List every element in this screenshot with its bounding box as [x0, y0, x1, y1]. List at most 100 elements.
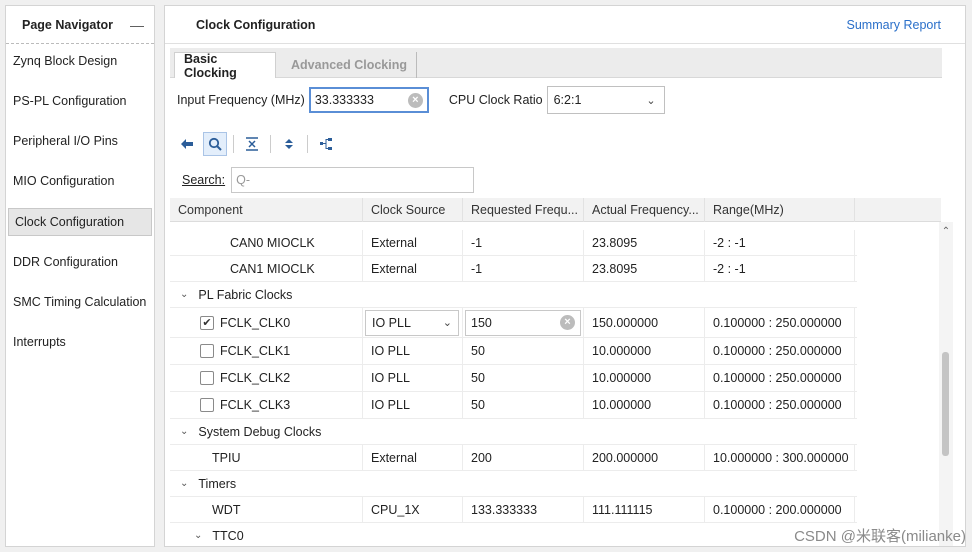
cell-range: 10.000000 : 300.000000 [705, 445, 855, 470]
column-header-actual-frequency[interactable]: Actual Frequency... [584, 198, 705, 222]
cell-requested: -1 [463, 230, 584, 255]
cell-component: FCLK_CLK2 [170, 365, 363, 391]
cell-requested: 150 × [463, 308, 584, 337]
search-icon[interactable] [203, 132, 227, 156]
component-label: FCLK_CLK2 [220, 371, 291, 385]
group-row-ttc0[interactable]: ⌄ TTC0 [170, 523, 857, 546]
cell-requested[interactable]: 50 [463, 338, 584, 364]
cpu-clock-ratio-label: CPU Clock Ratio [448, 93, 543, 107]
cell-actual: 23.8095 [584, 256, 705, 281]
cell-clock-source[interactable]: IO PLL [363, 338, 463, 364]
fclk1-checkbox[interactable] [200, 344, 214, 358]
cell-component: FCLK_CLK1 [170, 338, 363, 364]
vertical-scrollbar[interactable]: ⌃ [939, 222, 953, 546]
cell-requested[interactable]: 50 [463, 365, 584, 391]
frequency-row: Input Frequency (MHz) 33.333333 × CPU Cl… [177, 85, 665, 115]
collapse-all-icon[interactable] [240, 132, 264, 156]
tab-bar: Basic Clocking Advanced Clocking [170, 48, 942, 80]
expand-all-icon[interactable] [277, 132, 301, 156]
summary-report-link[interactable]: Summary Report [847, 18, 941, 32]
fclk3-checkbox[interactable] [200, 398, 214, 412]
search-placeholder: Q- [236, 173, 250, 187]
table-row[interactable]: CAN1 MIOCLK External -1 23.8095 -2 : -1 [170, 256, 857, 282]
tab-basic-clocking[interactable]: Basic Clocking [174, 52, 276, 80]
cell-clock-source[interactable]: IO PLL [363, 392, 463, 418]
cell-clock-source: External [363, 230, 463, 255]
cell-range: 0.100000 : 250.000000 [705, 338, 855, 364]
clock-source-select[interactable]: IO PLL ⌄ [365, 309, 459, 336]
cell-requested[interactable]: 133.333333 [463, 497, 584, 522]
requested-frequency-value: 150 [471, 315, 492, 330]
nav-item-zynq-block-design[interactable]: Zynq Block Design [6, 47, 152, 75]
fclk2-checkbox[interactable] [200, 371, 214, 385]
chevron-down-icon[interactable]: ⌄ [180, 478, 188, 489]
group-row-pl-fabric-clocks[interactable]: ⌄ PL Fabric Clocks [170, 282, 857, 308]
hierarchy-icon[interactable] [314, 132, 338, 156]
chevron-down-icon[interactable]: ⌄ [180, 426, 188, 437]
clock-configuration-panel: Clock Configuration Summary Report Basic… [164, 5, 966, 547]
requested-frequency-input[interactable]: 150 × [465, 309, 581, 336]
component-label: FCLK_CLK1 [220, 344, 291, 358]
table-row[interactable]: ✔ FCLK_CLK0 IO PLL ⌄ 150 × 150.000000 0.… [170, 308, 857, 338]
toolbar-divider [270, 135, 271, 153]
panel-header: Clock Configuration Summary Report [165, 6, 965, 44]
cell-range: 0.100000 : 250.000000 [705, 308, 855, 337]
table-row[interactable]: WDT CPU_1X 133.333333 111.111115 0.10000… [170, 497, 857, 523]
back-arrow-icon[interactable] [175, 132, 199, 156]
nav-item-mio-configuration[interactable]: MIO Configuration [6, 167, 152, 195]
input-frequency-value: 33.333333 [314, 93, 374, 107]
nav-item-ps-pl-configuration[interactable]: PS-PL Configuration [6, 87, 152, 115]
search-label: Search: [182, 173, 226, 187]
nav-item-peripheral-io-pins[interactable]: Peripheral I/O Pins [6, 127, 152, 155]
nav-item-clock-configuration[interactable]: Clock Configuration [8, 208, 152, 236]
watermark: CSDN @米联客(milianke) [794, 528, 966, 545]
nav-item-ddr-configuration[interactable]: DDR Configuration [6, 248, 152, 276]
input-frequency-field[interactable]: 33.333333 × [308, 87, 429, 113]
column-header-clock-source[interactable]: Clock Source [363, 198, 463, 222]
navigator-header: Page Navigator — [6, 6, 154, 44]
table-row[interactable]: FCLK_CLK2 IO PLL 50 10.000000 0.100000 :… [170, 365, 857, 392]
table-body: CAN0 MIOCLK External -1 23.8095 -2 : -1 … [170, 222, 941, 546]
table-row[interactable]: FCLK_CLK3 IO PLL 50 10.000000 0.100000 :… [170, 392, 857, 419]
fclk0-checkbox[interactable]: ✔ [200, 315, 214, 330]
cpu-clock-ratio-select[interactable]: 6:2:1 ⌄ [546, 86, 665, 114]
scroll-thumb[interactable] [942, 352, 949, 456]
chevron-down-icon[interactable]: ⌄ [180, 289, 188, 300]
column-header-requested-frequency[interactable]: Requested Frequ... [463, 198, 584, 222]
table-row[interactable]: TPIU External 200 200.000000 10.000000 :… [170, 445, 857, 471]
group-row-system-debug-clocks[interactable]: ⌄ System Debug Clocks [170, 419, 857, 445]
cell-requested[interactable]: 50 [463, 392, 584, 418]
cell-actual: 10.000000 [584, 338, 705, 364]
cell-requested[interactable]: 200 [463, 445, 584, 470]
cell-clock-source[interactable]: IO PLL [363, 365, 463, 391]
minimize-icon[interactable]: — [130, 17, 144, 33]
column-header-component[interactable]: Component [170, 198, 363, 222]
group-row-timers[interactable]: ⌄ Timers [170, 471, 857, 497]
clock-source-value: IO PLL [372, 315, 411, 330]
nav-item-smc-timing-calculation[interactable]: SMC Timing Calculation [6, 288, 152, 316]
page-title: Clock Configuration [196, 17, 316, 32]
cpu-clock-ratio-value: 6:2:1 [553, 93, 582, 107]
nav-item-interrupts[interactable]: Interrupts [6, 328, 152, 356]
clear-icon[interactable]: × [560, 315, 575, 330]
cell-component: ✔ FCLK_CLK0 [170, 308, 363, 337]
component-label: FCLK_CLK3 [220, 398, 291, 412]
chevron-down-icon[interactable]: ⌄ [194, 530, 202, 541]
input-frequency-label: Input Frequency (MHz) [177, 93, 305, 107]
cell-component: TPIU [170, 445, 363, 470]
toolbar-divider [233, 135, 234, 153]
group-label: PL Fabric Clocks [198, 287, 293, 302]
cell-requested: -1 [463, 256, 584, 281]
scroll-up-icon[interactable]: ⌃ [939, 226, 953, 237]
cell-clock-source: External [363, 256, 463, 281]
table-row[interactable]: FCLK_CLK1 IO PLL 50 10.000000 0.100000 :… [170, 338, 857, 365]
table-row[interactable]: CAN0 MIOCLK External -1 23.8095 -2 : -1 [170, 230, 857, 256]
group-label: Timers [198, 476, 237, 491]
tab-advanced-clocking[interactable]: Advanced Clocking [282, 52, 417, 78]
clear-icon[interactable]: × [407, 92, 423, 108]
cell-component: WDT [170, 497, 363, 522]
navigator-title: Page Navigator [22, 17, 114, 32]
column-header-range[interactable]: Range(MHz) [705, 198, 855, 222]
cell-clock-source[interactable]: CPU_1X [363, 497, 463, 522]
search-input[interactable]: Q- [231, 167, 475, 193]
